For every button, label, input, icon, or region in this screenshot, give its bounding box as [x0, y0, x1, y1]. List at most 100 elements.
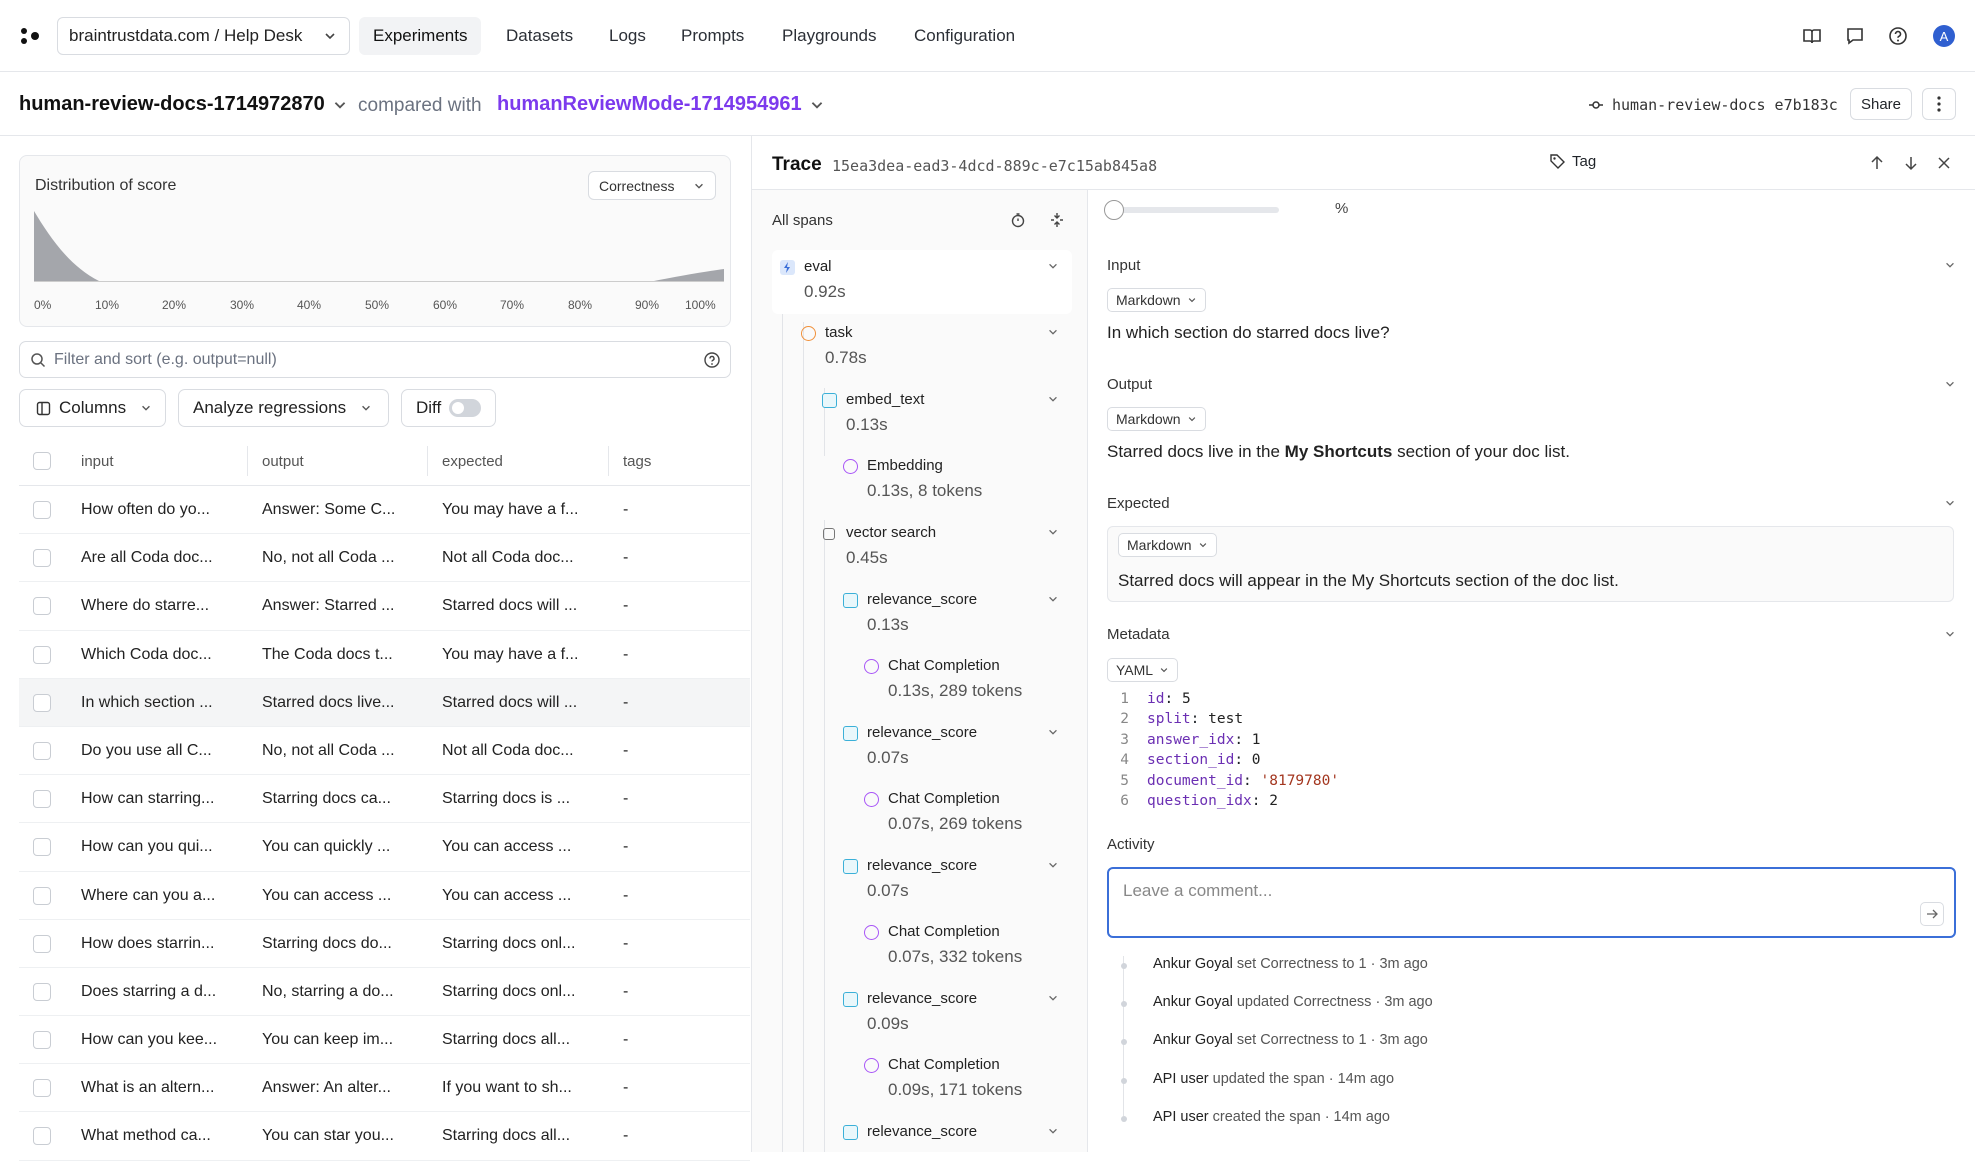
row-checkbox[interactable] — [33, 790, 51, 809]
chat-feedback-icon[interactable] — [1844, 25, 1866, 47]
table-row-selected[interactable]: In which section ... Starred docs live...… — [19, 678, 750, 727]
span-embedding[interactable]: Embedding 0.13s, 8 tokens — [835, 449, 1072, 513]
table-row[interactable]: How can starring... Starring docs ca... St… — [19, 775, 750, 824]
metadata-code[interactable]: 1 id: 5 2 split: test 3 answer_idx: 1 4 sect… — [1107, 689, 1339, 811]
table-row[interactable]: What method ca... You can star you... Star… — [19, 1112, 750, 1161]
slider-thumb[interactable] — [1104, 200, 1124, 220]
span-embed-text[interactable]: embed_text 0.13s — [814, 383, 1072, 447]
chevron-down-icon[interactable] — [1047, 326, 1059, 338]
table-row[interactable]: How can you qui... You can quickly ... You… — [19, 823, 750, 872]
collapse-all-icon[interactable] — [1049, 212, 1065, 228]
input-section-label[interactable]: Input — [1107, 257, 1140, 274]
arrow-down-icon[interactable] — [1903, 155, 1919, 171]
span-chat-completion[interactable]: Chat Completion 0.09s, 171 tokens — [856, 1048, 1072, 1112]
table-row[interactable]: Do you use all C... No, not all Coda ... N… — [19, 727, 750, 776]
filter-input[interactable]: Filter and sort (e.g. output=null) — [19, 341, 731, 378]
column-header-output[interactable]: output — [262, 453, 412, 470]
row-checkbox[interactable] — [33, 693, 51, 712]
span-vector-search[interactable]: vector search 0.45s — [814, 516, 1072, 580]
timer-icon[interactable] — [1010, 212, 1026, 228]
span-task[interactable]: task 0.78s — [793, 316, 1072, 380]
chevron-down-icon[interactable] — [1047, 593, 1059, 605]
chevron-down-icon[interactable] — [1047, 260, 1059, 272]
chevron-down-icon[interactable] — [1047, 859, 1059, 871]
experiment-selector[interactable]: human-review-docs-1714972870 — [19, 93, 348, 116]
chevron-down-icon[interactable] — [1047, 992, 1059, 1004]
metadata-section-label[interactable]: Metadata — [1107, 626, 1170, 643]
row-checkbox[interactable] — [33, 549, 51, 568]
help-icon[interactable] — [703, 351, 721, 369]
chevron-down-icon[interactable] — [1944, 259, 1956, 271]
expected-format-select[interactable]: Markdown — [1118, 533, 1217, 557]
input-format-select[interactable]: Markdown — [1107, 288, 1206, 312]
chevron-down-icon[interactable] — [1047, 526, 1059, 538]
table-row[interactable]: Where can you a... You can access ... You … — [19, 872, 750, 920]
project-selector[interactable]: braintrustdata.com / Help Desk — [57, 17, 350, 55]
nav-configuration[interactable]: Configuration — [900, 17, 1029, 55]
row-checkbox[interactable] — [33, 838, 51, 857]
table-row[interactable]: How does starrin... Starring docs do... St… — [19, 920, 750, 968]
row-checkbox[interactable] — [33, 1079, 51, 1098]
chevron-down-icon[interactable] — [1047, 393, 1059, 405]
table-row[interactable]: How often do yo... Answer: Some C... You m… — [19, 486, 750, 535]
diff-toggle-button[interactable]: Diff — [401, 389, 496, 427]
braintrust-logo-icon[interactable] — [20, 27, 42, 45]
chevron-down-icon[interactable] — [1944, 628, 1956, 640]
span-relevance-score[interactable]: relevance_score — [835, 1115, 1072, 1152]
row-checkbox[interactable] — [33, 886, 51, 905]
nav-logs[interactable]: Logs — [595, 17, 660, 55]
columns-button[interactable]: Columns — [19, 389, 166, 427]
span-chat-completion[interactable]: Chat Completion 0.07s, 332 tokens — [856, 915, 1072, 979]
column-header-tags[interactable]: tags — [623, 453, 651, 470]
row-checkbox[interactable] — [33, 501, 51, 519]
metadata-format-select[interactable]: YAML — [1107, 658, 1179, 682]
row-checkbox[interactable] — [33, 1031, 51, 1050]
output-format-select[interactable]: Markdown — [1107, 407, 1206, 431]
nav-datasets[interactable]: Datasets — [492, 17, 587, 55]
row-checkbox[interactable] — [33, 1127, 51, 1146]
analyze-regressions-button[interactable]: Analyze regressions — [178, 389, 389, 427]
share-button[interactable]: Share — [1850, 88, 1912, 120]
chevron-down-icon[interactable] — [1047, 1125, 1059, 1137]
span-relevance-score[interactable]: relevance_score 0.09s — [835, 982, 1072, 1046]
span-eval[interactable]: eval 0.92s — [772, 250, 1072, 314]
chevron-down-icon[interactable] — [1944, 497, 1956, 509]
table-row[interactable]: Which Coda doc... The Coda docs t... You m… — [19, 631, 750, 679]
user-avatar[interactable]: A — [1933, 25, 1955, 47]
output-section-label[interactable]: Output — [1107, 376, 1152, 393]
score-selector[interactable]: Correctness — [588, 171, 716, 200]
row-checkbox[interactable] — [33, 597, 51, 616]
compare-experiment-selector[interactable]: humanReviewMode-1714954961 — [497, 93, 825, 116]
table-row[interactable]: How can you kee... You can keep im... Star… — [19, 1016, 750, 1065]
span-relevance-score[interactable]: relevance_score 0.07s — [835, 716, 1072, 780]
table-row[interactable]: Are all Coda doc... No, not all Coda ... N… — [19, 534, 750, 583]
help-icon[interactable] — [1887, 25, 1909, 47]
diff-toggle-switch[interactable] — [449, 399, 482, 417]
nav-playgrounds[interactable]: Playgrounds — [768, 17, 891, 55]
span-relevance-score[interactable]: relevance_score 0.07s — [835, 849, 1072, 913]
table-row[interactable]: What is an altern... Answer: An alter... I… — [19, 1064, 750, 1113]
table-row[interactable]: Does starring a d... No, starring a do...… — [19, 968, 750, 1017]
score-slider[interactable] — [1104, 200, 1279, 220]
span-relevance-score[interactable]: relevance_score 0.13s — [835, 583, 1072, 647]
more-options-button[interactable] — [1922, 88, 1956, 120]
chevron-down-icon[interactable] — [1047, 726, 1059, 738]
send-comment-button[interactable] — [1920, 902, 1944, 926]
column-header-input[interactable]: input — [81, 453, 231, 470]
row-checkbox[interactable] — [33, 645, 51, 664]
column-header-expected[interactable]: expected — [442, 453, 597, 470]
close-icon[interactable] — [1936, 155, 1952, 171]
row-checkbox[interactable] — [33, 741, 51, 760]
chevron-down-icon[interactable] — [1944, 378, 1956, 390]
comment-input[interactable]: Leave a comment... — [1107, 867, 1956, 938]
row-checkbox[interactable] — [33, 934, 51, 953]
row-checkbox[interactable] — [33, 982, 51, 1001]
table-row[interactable]: Where do starre... Answer: Starred ... Sta… — [19, 582, 750, 631]
expected-section-label[interactable]: Expected — [1107, 495, 1170, 512]
span-chat-completion[interactable]: Chat Completion 0.07s, 269 tokens — [856, 782, 1072, 846]
tag-button[interactable]: Tag — [1549, 153, 1596, 170]
nav-experiments[interactable]: Experiments — [359, 17, 482, 55]
arrow-up-icon[interactable] — [1869, 155, 1885, 171]
span-chat-completion[interactable]: Chat Completion 0.13s, 289 tokens — [856, 649, 1072, 713]
nav-prompts[interactable]: Prompts — [667, 17, 758, 55]
